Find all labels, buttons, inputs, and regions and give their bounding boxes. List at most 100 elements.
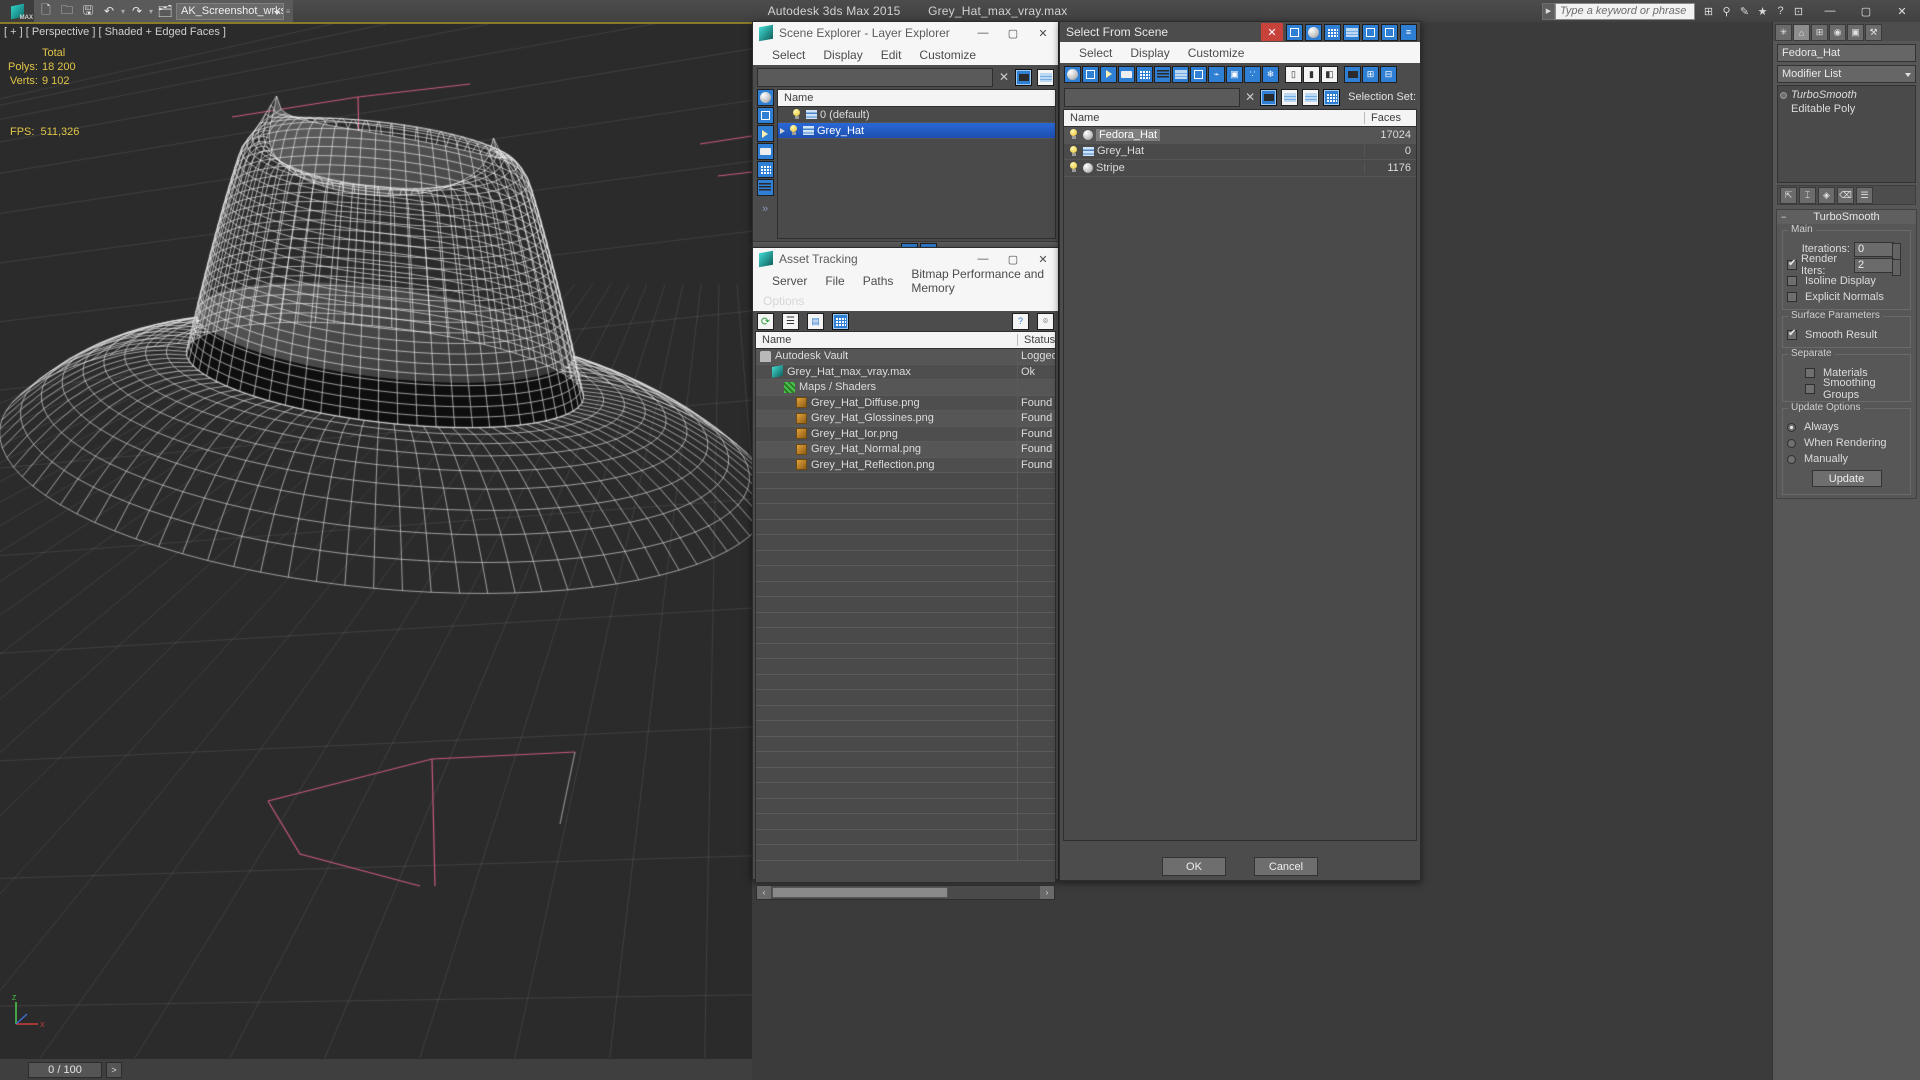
table-row-empty[interactable] bbox=[756, 473, 1055, 489]
list-view-icon[interactable]: ☰ bbox=[782, 312, 799, 330]
minimize-button[interactable]: — bbox=[1812, 0, 1848, 22]
table-row[interactable]: Grey_Hat 0 bbox=[1064, 144, 1416, 160]
configure-sets-icon[interactable]: ☰ bbox=[1856, 186, 1873, 204]
sort-icon[interactable] bbox=[1344, 65, 1361, 83]
separate-materials-checkbox[interactable] bbox=[1805, 368, 1815, 378]
filter-cameras-icon[interactable] bbox=[756, 143, 774, 160]
frame-counter[interactable]: 0 / 100 bbox=[28, 1061, 102, 1078]
search-expand-icon[interactable]: ▶ bbox=[1542, 2, 1555, 20]
table-row-empty[interactable] bbox=[756, 597, 1055, 613]
modifier-stack[interactable]: TurboSmooth Editable Poly bbox=[1777, 85, 1916, 183]
at-horizontal-scrollbar[interactable]: ‹ › bbox=[756, 885, 1055, 900]
asset-tracking-dialog[interactable]: Asset Tracking — ▢ ✕ Server File Paths B… bbox=[752, 247, 1059, 900]
visibility-icon[interactable] bbox=[1069, 129, 1078, 140]
at-menu-options[interactable]: Options bbox=[763, 294, 804, 308]
sfs-menu-select[interactable]: Select bbox=[1070, 44, 1121, 62]
table-row-empty[interactable] bbox=[756, 845, 1055, 861]
layer-visibility-icon[interactable] bbox=[792, 109, 801, 120]
render-iters-spinner[interactable]: 2 bbox=[1854, 257, 1901, 276]
sfs-layer-list-icon[interactable] bbox=[1302, 88, 1320, 106]
favorites-icon[interactable]: ★ bbox=[1755, 4, 1770, 19]
perspective-viewport[interactable]: [ + ] [ Perspective ] [ Shaded + Edged F… bbox=[0, 22, 752, 1058]
select-child-icon[interactable] bbox=[1324, 23, 1341, 41]
pin-stack-icon[interactable]: ⇱ bbox=[1780, 186, 1797, 204]
se-more-filters-icon[interactable]: » bbox=[762, 203, 768, 215]
filter-spacewarps-icon[interactable] bbox=[756, 179, 774, 196]
filter-helpers-icon[interactable] bbox=[1136, 65, 1153, 83]
expand-icon[interactable]: ⊞ bbox=[1362, 65, 1379, 83]
tab-modify[interactable]: ⌂ bbox=[1793, 24, 1810, 41]
se-tree-body[interactable]: 0 (default) Grey_Hat bbox=[777, 106, 1056, 239]
tab-utilities[interactable]: ⚒ bbox=[1865, 24, 1882, 41]
command-panel[interactable]: ✳ ⌂ ⊞ ◉ ▣ ⚒ Fedora_Hat Modifier List Tur… bbox=[1772, 22, 1920, 1080]
open-file-icon[interactable]: 🗀 bbox=[57, 2, 77, 21]
render-iters-checkbox[interactable] bbox=[1787, 258, 1797, 270]
make-unique-icon[interactable]: ◈ bbox=[1818, 186, 1835, 204]
sfs-menu-display[interactable]: Display bbox=[1121, 44, 1178, 62]
scroll-right-icon[interactable]: › bbox=[1040, 886, 1054, 899]
filter-groups-icon[interactable] bbox=[1172, 65, 1189, 83]
modifier-list-dropdown[interactable]: Modifier List bbox=[1777, 65, 1916, 83]
at-menu-bitmap-performance[interactable]: Bitmap Performance and Memory bbox=[902, 265, 1058, 297]
table-row[interactable]: Autodesk Vault Logged bbox=[756, 349, 1055, 365]
save-file-icon[interactable]: 🖫 bbox=[78, 2, 98, 21]
show-end-result-icon[interactable]: ⌶ bbox=[1799, 186, 1816, 204]
paths-view-icon[interactable]: ▤ bbox=[807, 312, 824, 330]
vault-help-icon[interactable]: ⌾ bbox=[1037, 312, 1054, 330]
undo-icon[interactable]: ↶ bbox=[99, 2, 119, 21]
se-tree[interactable]: Name 0 (default) Grey_Hat bbox=[777, 89, 1056, 239]
se-menu-display[interactable]: Display bbox=[814, 46, 871, 64]
tab-display[interactable]: ▣ bbox=[1847, 24, 1864, 41]
display-none-icon[interactable]: ▯ bbox=[1285, 65, 1302, 83]
table-row-empty[interactable] bbox=[756, 814, 1055, 830]
help-assets-icon[interactable]: ? bbox=[1012, 312, 1029, 330]
filter-spacewarps-icon[interactable] bbox=[1154, 65, 1171, 83]
modifier-stack-item[interactable]: TurboSmooth bbox=[1778, 88, 1915, 102]
list-item[interactable]: Grey_Hat bbox=[778, 123, 1055, 139]
3dsmax-logo-icon[interactable]: MAX bbox=[0, 0, 34, 22]
filter-shapes-icon[interactable] bbox=[756, 107, 774, 124]
at-menu-server[interactable]: Server bbox=[763, 272, 816, 290]
maximize-icon[interactable] bbox=[1381, 23, 1398, 41]
next-frame-button[interactable]: > bbox=[106, 1061, 122, 1078]
table-row[interactable]: Grey_Hat_Reflection.png Found bbox=[756, 457, 1055, 473]
table-row-empty[interactable] bbox=[756, 767, 1055, 783]
freeze-icon[interactable] bbox=[1286, 23, 1303, 41]
se-menu-select[interactable]: Select bbox=[763, 46, 814, 64]
filter-containers-icon[interactable]: ▣ bbox=[1226, 65, 1243, 83]
table-row-empty[interactable] bbox=[756, 659, 1055, 675]
subscription-icon[interactable]: ⚲ bbox=[1719, 4, 1734, 19]
exchange-icon[interactable]: ⊡ bbox=[1791, 4, 1806, 19]
display-all-icon[interactable]: ▮ bbox=[1303, 65, 1320, 83]
sfs-hierarchy-icon[interactable] bbox=[1323, 88, 1341, 106]
filter-cameras-icon[interactable] bbox=[1118, 65, 1135, 83]
at-table-body[interactable]: Autodesk Vault Logged Grey_Hat_max_vray.ma… bbox=[755, 348, 1056, 883]
filter-frozen-icon[interactable]: ❄ bbox=[1262, 65, 1279, 83]
filter-lights-icon[interactable] bbox=[1100, 65, 1117, 83]
se-maximize-button[interactable]: ▢ bbox=[998, 22, 1028, 44]
table-row-empty[interactable] bbox=[756, 581, 1055, 597]
table-row[interactable]: Grey_Hat_Normal.png Found bbox=[756, 442, 1055, 458]
redo-icon[interactable]: ↷ bbox=[127, 2, 147, 21]
redo-dropdown-icon[interactable]: ▾ bbox=[148, 7, 154, 16]
select-from-scene-dialog[interactable]: Select From Scene ✕ ≡ Select Display Cus… bbox=[1059, 21, 1421, 881]
table-row-empty[interactable] bbox=[756, 519, 1055, 535]
table-row-empty[interactable] bbox=[756, 612, 1055, 628]
sfs-clear-search-icon[interactable]: ✕ bbox=[1244, 90, 1256, 104]
collapse-icon[interactable]: ⊟ bbox=[1380, 65, 1397, 83]
table-row-empty[interactable] bbox=[756, 643, 1055, 659]
se-menu-customize[interactable]: Customize bbox=[910, 46, 985, 64]
table-row-empty[interactable] bbox=[756, 504, 1055, 520]
sfs-close-button[interactable]: ✕ bbox=[1261, 23, 1283, 41]
filter-helpers-icon[interactable] bbox=[756, 161, 774, 178]
se-filter-icon[interactable] bbox=[1015, 68, 1032, 86]
filter-shapes-icon[interactable] bbox=[1082, 65, 1099, 83]
table-row[interactable]: Stripe 1176 bbox=[1064, 160, 1416, 177]
table-row-empty[interactable] bbox=[756, 488, 1055, 504]
scene-explorer-dialog[interactable]: Scene Explorer - Layer Explorer — ▢ ✕ Se… bbox=[752, 21, 1059, 261]
filter-xrefs-icon[interactable] bbox=[1190, 65, 1207, 83]
scrollbar-thumb[interactable] bbox=[772, 887, 949, 898]
se-layers-icon[interactable] bbox=[1037, 68, 1054, 86]
filter-particles-icon[interactable]: ∵ bbox=[1244, 65, 1261, 83]
infocenter-icon[interactable]: ⊞ bbox=[1701, 4, 1716, 19]
